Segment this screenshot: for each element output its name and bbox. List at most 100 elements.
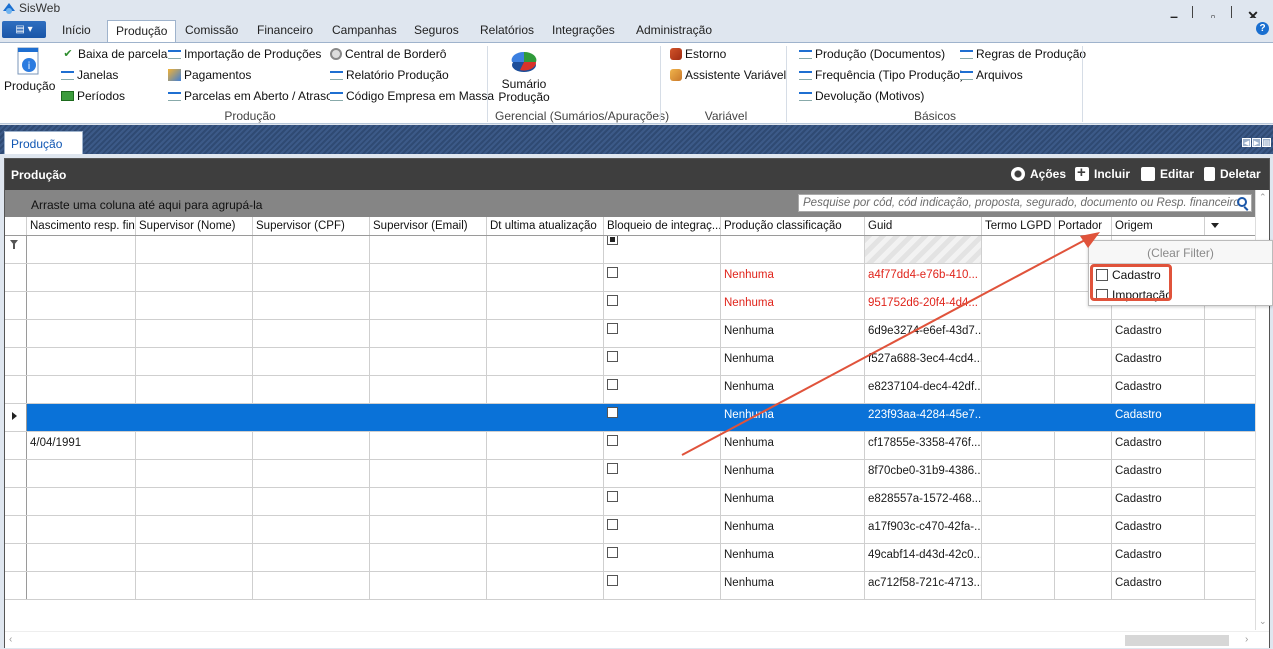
- cell-classificacao[interactable]: Nenhuma: [721, 264, 865, 291]
- cell-guid[interactable]: e8237104-dec4-42df...: [865, 376, 982, 403]
- cell-classificacao[interactable]: Nenhuma: [721, 488, 865, 515]
- cell-origem[interactable]: Cadastro: [1112, 460, 1205, 487]
- cell-origem[interactable]: Cadastro: [1112, 404, 1205, 431]
- cell-nascimento[interactable]: [27, 460, 136, 487]
- cell-nascimento[interactable]: [27, 376, 136, 403]
- cell-termo-lgpd[interactable]: [982, 516, 1055, 543]
- cell-origem[interactable]: Cadastro: [1112, 348, 1205, 375]
- cell-classificacao[interactable]: Nenhuma: [721, 320, 865, 347]
- tab-scroll-left-icon[interactable]: ◀: [1242, 138, 1251, 147]
- cell-bloqueio[interactable]: [604, 516, 721, 543]
- col-header-bloqueio[interactable]: Bloqueio de integraç...: [604, 217, 721, 235]
- col-header-supervisor-nome[interactable]: Supervisor (Nome): [136, 217, 253, 235]
- menu-tab-seguros[interactable]: Seguros: [414, 23, 459, 37]
- cell-supervisor-cpf[interactable]: [253, 572, 370, 599]
- producao-documentos-button[interactable]: Produção (Documentos): [799, 47, 945, 61]
- row-indicator[interactable]: [5, 488, 27, 515]
- row-indicator[interactable]: [5, 572, 27, 599]
- bloqueio-checkbox[interactable]: [607, 463, 618, 474]
- row-indicator[interactable]: [5, 320, 27, 347]
- cell-origem[interactable]: Cadastro: [1112, 376, 1205, 403]
- cell-guid[interactable]: cf17855e-3358-476f...: [865, 432, 982, 459]
- cell-guid[interactable]: a4f77dd4-e76b-410...: [865, 264, 982, 291]
- menu-tab-inicio[interactable]: Início: [62, 23, 91, 37]
- table-row[interactable]: Nenhuma e828557a-1572-468... Cadastro: [5, 488, 1255, 516]
- acoes-button[interactable]: Ações: [1011, 167, 1066, 181]
- menu-tab-relatorios[interactable]: Relatórios: [480, 23, 534, 37]
- cell-supervisor-nome[interactable]: [136, 348, 253, 375]
- cell-supervisor-nome[interactable]: [136, 544, 253, 571]
- cell-extra[interactable]: [1205, 572, 1255, 599]
- table-row[interactable]: Nenhuma951752d6-20f4-4d4...Cadastro: [5, 292, 1255, 320]
- cell-dt-atualizacao[interactable]: [487, 376, 604, 403]
- cell-termo-lgpd[interactable]: [982, 488, 1055, 515]
- arquivos-button[interactable]: Arquivos: [960, 68, 1023, 82]
- cell-termo-lgpd[interactable]: [982, 572, 1055, 599]
- scroll-left-icon[interactable]: ‹: [9, 634, 12, 645]
- bloqueio-checkbox[interactable]: [607, 267, 618, 278]
- cell-guid[interactable]: 951752d6-20f4-4d4...: [865, 292, 982, 319]
- cell-classificacao[interactable]: Nenhuma: [721, 516, 865, 543]
- cell-supervisor-nome[interactable]: [136, 488, 253, 515]
- cell-dt-atualizacao[interactable]: [487, 264, 604, 291]
- cell-portador[interactable]: [1055, 544, 1112, 571]
- incluir-button[interactable]: Incluir: [1075, 164, 1130, 181]
- cell-guid[interactable]: 223f93aa-4284-45e7...: [865, 404, 982, 431]
- filter-cell[interactable]: [253, 236, 370, 263]
- row-indicator[interactable]: [5, 264, 27, 291]
- table-row[interactable]: Nenhuma 8f70cbe0-31b9-4386... Cadastro: [5, 460, 1255, 488]
- table-row[interactable]: Nenhuma ac712f58-721c-4713... Cadastro: [5, 572, 1255, 600]
- bloqueio-checkbox[interactable]: [607, 379, 618, 390]
- cell-supervisor-email[interactable]: [370, 488, 487, 515]
- row-indicator[interactable]: [5, 432, 27, 459]
- cell-supervisor-nome[interactable]: [136, 404, 253, 431]
- producao-big-button[interactable]: i Produção: [4, 47, 55, 93]
- parcelas-aberto-button[interactable]: Parcelas em Aberto / Atraso: [168, 89, 333, 103]
- clear-filter-button[interactable]: (Clear Filter): [1089, 241, 1272, 264]
- cell-supervisor-email[interactable]: [370, 320, 487, 347]
- cell-bloqueio[interactable]: [604, 572, 721, 599]
- cell-bloqueio[interactable]: [604, 460, 721, 487]
- assistente-variavel-button[interactable]: Assistente Variável: [670, 68, 786, 82]
- cell-guid[interactable]: ac712f58-721c-4713...: [865, 572, 982, 599]
- cell-supervisor-cpf[interactable]: [253, 488, 370, 515]
- cell-classificacao[interactable]: Nenhuma: [721, 376, 865, 403]
- cell-nascimento[interactable]: [27, 264, 136, 291]
- menu-tab-financeiro[interactable]: Financeiro: [257, 23, 313, 37]
- bloqueio-checkbox[interactable]: [607, 547, 618, 558]
- tab-producao[interactable]: Produção: [4, 131, 83, 154]
- cell-dt-atualizacao[interactable]: [487, 516, 604, 543]
- col-header-guid[interactable]: Guid: [865, 217, 982, 235]
- cell-portador[interactable]: [1055, 320, 1112, 347]
- bloqueio-checkbox[interactable]: [607, 575, 618, 586]
- row-indicator[interactable]: [5, 516, 27, 543]
- help-icon[interactable]: ?: [1256, 22, 1269, 35]
- cell-guid[interactable]: 6d9e3274-e6ef-43d7...: [865, 320, 982, 347]
- estorno-button[interactable]: Estorno: [670, 47, 726, 61]
- cell-supervisor-cpf[interactable]: [253, 348, 370, 375]
- cell-supervisor-nome[interactable]: [136, 376, 253, 403]
- cell-nascimento[interactable]: [27, 516, 136, 543]
- bloqueio-checkbox[interactable]: [607, 295, 618, 306]
- cell-bloqueio[interactable]: [604, 292, 721, 319]
- cell-nascimento[interactable]: [27, 544, 136, 571]
- menu-tab-campanhas[interactable]: Campanhas: [332, 23, 397, 37]
- filter-cell[interactable]: [982, 236, 1055, 263]
- search-icon[interactable]: [1237, 197, 1247, 207]
- menu-tab-comissao[interactable]: Comissão: [185, 23, 238, 37]
- app-menu-button[interactable]: ▤ ▾: [2, 21, 46, 38]
- cell-bloqueio[interactable]: [604, 348, 721, 375]
- codigo-empresa-button[interactable]: Código Empresa em Massa: [330, 89, 494, 103]
- cell-supervisor-cpf[interactable]: [253, 544, 370, 571]
- cell-portador[interactable]: [1055, 572, 1112, 599]
- cell-classificacao[interactable]: Nenhuma: [721, 292, 865, 319]
- tab-menu-icon[interactable]: ▤: [1262, 138, 1271, 147]
- cell-nascimento[interactable]: [27, 488, 136, 515]
- scroll-right-icon[interactable]: ›: [1245, 634, 1248, 645]
- cell-supervisor-nome[interactable]: [136, 516, 253, 543]
- central-bordero-button[interactable]: Central de Borderô: [330, 47, 446, 61]
- cell-supervisor-cpf[interactable]: [253, 460, 370, 487]
- cell-dt-atualizacao[interactable]: [487, 348, 604, 375]
- devolucao-button[interactable]: Devolução (Motivos): [799, 89, 924, 103]
- cell-dt-atualizacao[interactable]: [487, 488, 604, 515]
